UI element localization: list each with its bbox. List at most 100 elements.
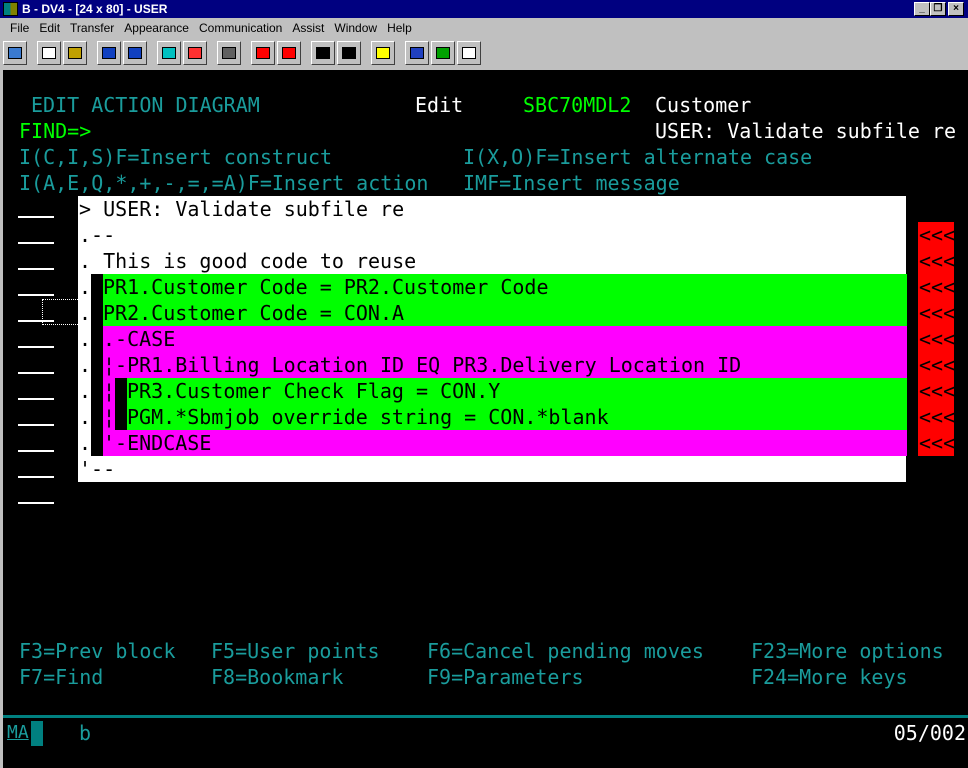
input-field-underline[interactable] xyxy=(18,424,54,426)
line-dot: . xyxy=(79,379,92,403)
clipboard-icon xyxy=(376,47,390,59)
magenta-band xyxy=(103,326,907,352)
send-file-icon xyxy=(102,47,116,59)
nesting-bar xyxy=(115,378,127,404)
fkey-f7[interactable]: F7=Find xyxy=(19,664,103,690)
input-field-underline[interactable] xyxy=(18,294,54,296)
globe-button[interactable] xyxy=(405,41,429,65)
change-marker: <<< xyxy=(919,405,956,429)
menu-window[interactable]: Window xyxy=(334,18,377,38)
diagram-line[interactable]: . This is good code to reuse xyxy=(79,248,416,274)
hint-insert-action: I(A,E,Q,*,+,-,=,=A)F=Insert action xyxy=(19,171,429,195)
send-file-button[interactable] xyxy=(97,41,121,65)
model-name: SBC70MDL2 xyxy=(523,93,632,117)
input-field-underline[interactable] xyxy=(18,450,54,452)
close-button[interactable]: × xyxy=(948,2,964,16)
input-field-underline[interactable] xyxy=(18,346,54,348)
diagram-line[interactable]: > USER: Validate subfile re xyxy=(79,196,404,222)
diagram-line[interactable]: .-- xyxy=(79,222,115,248)
cursor-position: 05/002 xyxy=(893,721,966,745)
receive-file-button[interactable] xyxy=(123,41,147,65)
fkey-f6[interactable]: F6=Cancel pending moves xyxy=(427,638,704,664)
diagram-line[interactable]: PR1.Customer Code = PR2.Customer Code xyxy=(103,274,549,300)
input-field-underline[interactable] xyxy=(18,268,54,270)
nesting-bar xyxy=(91,404,103,430)
copy-button[interactable] xyxy=(37,41,61,65)
nesting-bar xyxy=(115,404,127,430)
input-field-underline[interactable] xyxy=(18,476,54,478)
diagram-line[interactable]: PGM.*Sbmjob override string = CON.*blank xyxy=(127,404,609,430)
change-marker: <<< xyxy=(919,353,956,377)
maximize-button[interactable]: ❐ xyxy=(930,2,946,16)
play-macro-button[interactable] xyxy=(311,41,335,65)
diagram-line[interactable]: '-- xyxy=(79,456,115,482)
menu-transfer[interactable]: Transfer xyxy=(70,18,114,38)
popup-keypad-icon xyxy=(462,47,476,59)
line-dot: . xyxy=(79,405,92,429)
fkey-f23[interactable]: F23=More options xyxy=(751,638,944,664)
menu-assist[interactable]: Assist xyxy=(292,18,324,38)
change-marker: <<< xyxy=(919,275,956,299)
nesting-bar xyxy=(91,352,103,378)
menu-help[interactable]: Help xyxy=(387,18,412,38)
help-book-icon xyxy=(436,47,450,59)
fkey-f24[interactable]: F24=More keys xyxy=(751,664,908,690)
fkey-f9[interactable]: F9=Parameters xyxy=(427,664,584,690)
change-marker: <<< xyxy=(919,249,956,273)
menu-appearance[interactable]: Appearance xyxy=(124,18,189,38)
clipboard-button[interactable] xyxy=(371,41,395,65)
find-label[interactable]: FIND=> xyxy=(19,118,91,144)
paste-button[interactable] xyxy=(63,41,87,65)
diagram-line[interactable]: '-ENDCASE xyxy=(103,430,211,456)
change-marker: <<< xyxy=(919,379,956,403)
minimize-button[interactable]: _ xyxy=(914,2,930,16)
menu-communication[interactable]: Communication xyxy=(199,18,282,38)
diagram-line[interactable]: ¦-PR1.Billing Location ID EQ PR3.Deliver… xyxy=(103,352,741,378)
fkey-f5[interactable]: F5=User points xyxy=(211,638,380,664)
color-map-button[interactable] xyxy=(183,41,207,65)
toolbar xyxy=(3,40,968,68)
file-name: Customer xyxy=(655,93,752,117)
fkey-f3[interactable]: F3=Prev block xyxy=(19,638,176,664)
copy-icon xyxy=(42,47,56,59)
nesting-bar xyxy=(91,274,103,300)
line-dot: . xyxy=(79,327,92,351)
status-mode: MA xyxy=(7,722,29,743)
input-field-underline[interactable] xyxy=(18,320,54,322)
function-name: USER: Validate subfile re xyxy=(655,119,957,143)
popup-keypad-button[interactable] xyxy=(457,41,481,65)
fkey-f8[interactable]: F8=Bookmark xyxy=(211,664,343,690)
change-marker: <<< xyxy=(919,301,956,325)
input-field-underline[interactable] xyxy=(18,216,54,218)
record-macro-button[interactable] xyxy=(251,41,275,65)
input-field-underline[interactable] xyxy=(18,502,54,504)
display-setup-icon xyxy=(162,47,176,59)
diagram-line[interactable]: PR2.Customer Code = CON.A xyxy=(103,300,404,326)
print-button[interactable] xyxy=(3,41,27,65)
menu-file[interactable]: File xyxy=(10,18,29,38)
input-field-underline[interactable] xyxy=(18,372,54,374)
menu-edit[interactable]: Edit xyxy=(39,18,60,38)
change-marker: <<< xyxy=(919,431,956,455)
hint-insert-construct: I(C,I,S)F=Insert construct xyxy=(19,145,333,169)
record-macro-icon xyxy=(256,47,270,59)
terminal-screen[interactable]: EDIT ACTION DIAGRAM Edit SBC70MDL2 Custo… xyxy=(3,70,968,768)
hint-insert-alternate: I(X,O)F=Insert alternate case xyxy=(463,145,813,169)
diagram-line[interactable]: .-CASE xyxy=(103,326,175,352)
keyboard-map-button[interactable] xyxy=(217,41,241,65)
print-icon xyxy=(8,47,22,59)
display-setup-button[interactable] xyxy=(157,41,181,65)
input-field-underline[interactable] xyxy=(18,398,54,400)
mode-label: Edit xyxy=(415,93,464,117)
screen-title: EDIT ACTION DIAGRAM xyxy=(31,93,260,117)
help-book-button[interactable] xyxy=(431,41,455,65)
globe-icon xyxy=(410,47,424,59)
play-macro-icon xyxy=(316,47,330,59)
macro-button[interactable] xyxy=(337,41,361,65)
app-icon[interactable] xyxy=(3,2,18,16)
stop-macro-button[interactable] xyxy=(277,41,301,65)
diagram-line[interactable]: PR3.Customer Check Flag = CON.Y xyxy=(127,378,500,404)
input-field-underline[interactable] xyxy=(18,242,54,244)
color-map-icon xyxy=(188,47,202,59)
nesting-bar xyxy=(91,430,103,456)
